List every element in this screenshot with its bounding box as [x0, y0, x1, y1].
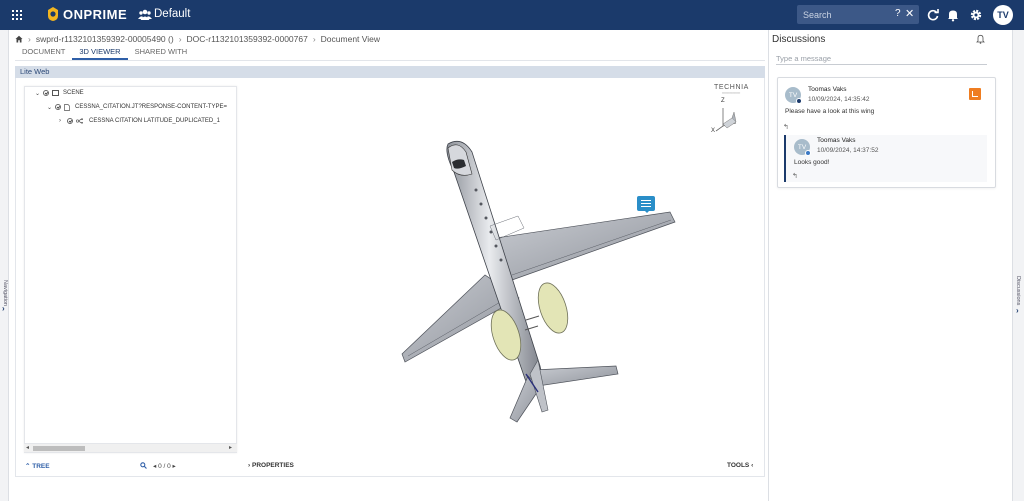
scene-icon	[52, 90, 59, 96]
breadcrumb-item[interactable]: DOC-r1132101359392-0000767	[187, 34, 308, 44]
onprime-logo-icon	[48, 7, 58, 21]
navigation-rail[interactable]: Navigation ›	[0, 30, 9, 501]
top-bar: ONPRIME Default ? ✕ TV	[0, 0, 1024, 30]
avatar-status-dot	[796, 98, 802, 104]
reply-icon[interactable]: ↰	[783, 123, 789, 131]
tab-document[interactable]: DOCUMENT	[15, 45, 72, 60]
tree-row[interactable]: ⌄ SCENE	[35, 88, 84, 98]
breadcrumb-separator-icon: ›	[312, 34, 316, 44]
tree-row[interactable]: › CESSNA CITATION LATITUDE_DUPLICATED_1	[59, 116, 220, 126]
previous-result-arrow-icon[interactable]: ◂	[153, 463, 156, 470]
document-tabs: DOCUMENT 3D VIEWER SHARED WITH	[15, 45, 194, 60]
breadcrumb-item[interactable]: swprd-r1132101359392-00005490 ()	[36, 34, 174, 44]
tools-toggle-label: TOOLS	[727, 462, 750, 469]
scene-tree-panel: ⌄ SCENE ⌄ CESSNA_CITATION.JT?RESPONSE-CO…	[24, 86, 237, 453]
technia-logo-mark: ━━━━━━━━━━	[722, 91, 741, 95]
author-avatar: TV	[785, 87, 802, 104]
tree-row-label: SCENE	[63, 90, 84, 96]
viewer-bottom-bar: ⌃ TREE ◂ 0 / 0 ▸ › PROPERTIES TOOLS ‹	[16, 458, 764, 476]
breadcrumb-separator-icon: ›	[28, 34, 31, 44]
app-grid-icon[interactable]	[12, 10, 22, 20]
workspace-icon[interactable]	[138, 8, 152, 21]
global-search: ? ✕	[797, 5, 919, 24]
tree-horizontal-scrollbar[interactable]: ◂ ▸	[24, 443, 237, 452]
breadcrumb-separator-icon: ›	[178, 34, 182, 44]
refresh-icon[interactable]	[926, 8, 940, 22]
visibility-check-icon[interactable]	[43, 90, 49, 96]
tree-row-label: CESSNA_CITATION.JT?RESPONSE-CONTENT-TYPE…	[75, 104, 227, 110]
scroll-left-arrow-icon[interactable]: ◂	[26, 444, 29, 451]
visibility-check-icon[interactable]	[55, 104, 61, 110]
next-result-arrow-icon[interactable]: ▸	[173, 463, 176, 470]
tree-toggle-label: TREE	[32, 463, 50, 470]
tab-3d-viewer[interactable]: 3D VIEWER	[72, 45, 128, 60]
reply-author-avatar: TV	[794, 139, 811, 156]
tree-row[interactable]: ⌄ CESSNA_CITATION.JT?RESPONSE-CONTENT-TY…	[47, 102, 227, 112]
pager-count: 0 / 0	[158, 463, 171, 470]
discussions-title: Discussions	[772, 34, 826, 45]
tab-divider	[15, 60, 765, 61]
result-pager: ◂ 0 / 0 ▸	[153, 462, 176, 470]
orientation-gizmo-icon[interactable]	[714, 104, 744, 134]
search-clear-icon[interactable]: ✕	[905, 7, 914, 20]
viewer-title-bar: Lite Web	[15, 66, 765, 78]
search-input[interactable]	[797, 5, 891, 24]
discussion-subscribe-bell-icon[interactable]	[976, 34, 985, 44]
tree-search-icon[interactable]	[140, 462, 147, 469]
tab-shared-with[interactable]: SHARED WITH	[128, 45, 195, 60]
reply-author: Toomas Vaks	[817, 137, 856, 144]
breadcrumb: › swprd-r1132101359392-00005490 () › DOC…	[15, 33, 380, 45]
navigation-rail-label: Navigation	[2, 280, 8, 306]
expand-discussions-chevron-icon[interactable]: ›	[1016, 306, 1019, 315]
breadcrumb-item-current: Document View	[320, 34, 381, 44]
visibility-check-icon[interactable]	[67, 118, 73, 124]
scroll-right-arrow-icon[interactable]: ▸	[229, 444, 232, 451]
workspace-selector[interactable]: Default	[154, 8, 190, 20]
home-icon[interactable]	[15, 35, 23, 43]
discussions-rail[interactable]: Discussions ›	[1012, 30, 1024, 501]
comment-text: Please have a look at this wing	[785, 108, 875, 115]
brand-name: ONPRIME	[63, 7, 128, 22]
technia-logo: TECHNIA	[714, 84, 749, 91]
settings-gear-icon[interactable]	[969, 8, 983, 22]
properties-toggle-label: PROPERTIES	[251, 462, 294, 469]
expand-chevron-icon[interactable]: ›	[59, 118, 67, 124]
reply-timestamp: 10/09/2024, 14:37:52	[817, 147, 879, 154]
annotation-comment-icon[interactable]	[637, 196, 655, 213]
tools-toggle[interactable]: TOOLS ‹	[727, 462, 753, 469]
comment-author: Toomas Vaks	[808, 86, 847, 93]
file-icon	[64, 103, 70, 111]
search-help-icon[interactable]: ?	[895, 8, 901, 19]
comment-timestamp: 10/09/2024, 14:35:42	[808, 96, 870, 103]
reply-author-initials: TV	[797, 143, 807, 151]
tree-toggle[interactable]: ⌃ TREE	[25, 462, 50, 470]
user-avatar[interactable]: TV	[993, 5, 1013, 25]
linked-document-icon[interactable]	[969, 88, 981, 100]
message-input[interactable]	[776, 52, 987, 65]
reply-text: Looks good!	[794, 159, 830, 166]
aircraft-3d-model[interactable]	[388, 130, 688, 430]
properties-toggle[interactable]: › PROPERTIES	[248, 462, 294, 469]
collapse-chevron-icon[interactable]: ⌄	[35, 90, 43, 97]
avatar-status-dot	[805, 150, 811, 156]
reply-icon[interactable]: ↰	[792, 172, 798, 180]
discussions-rail-label: Discussions	[1015, 276, 1021, 306]
assembly-icon	[76, 118, 83, 124]
scrollbar-thumb[interactable]	[33, 446, 85, 451]
collapse-chevron-icon[interactable]: ⌄	[47, 104, 55, 111]
author-initials: TV	[788, 91, 798, 99]
notifications-bell-icon[interactable]	[946, 8, 960, 22]
expand-navigation-chevron-icon[interactable]: ›	[2, 304, 5, 313]
tree-row-label: CESSNA CITATION LATITUDE_DUPLICATED_1	[89, 118, 220, 124]
